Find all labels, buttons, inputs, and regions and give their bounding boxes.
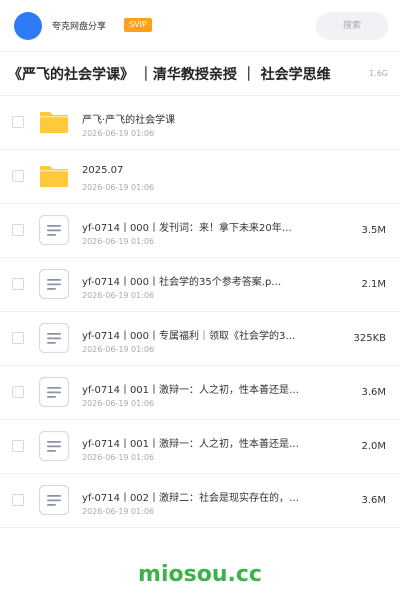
row-checkbox[interactable] — [12, 386, 24, 398]
watermark: miosou.cc — [138, 562, 262, 587]
file-date: 2026-06-19 01:06 — [82, 507, 155, 516]
document-icon — [38, 430, 70, 462]
file-date: 2026-06-19 01:06 — [82, 129, 155, 138]
file-name[interactable]: yf-0714丨002丨激辩二：社会是现实存在的，… — [82, 489, 312, 504]
row-checkbox[interactable] — [12, 494, 24, 506]
share-name: 夸克网盘分享 — [52, 22, 107, 32]
file-size: 2.0M — [361, 441, 386, 452]
svip-badge: SVIP — [124, 18, 152, 32]
file-size: 3.6M — [361, 387, 386, 398]
file-date: 2026-06-19 01:06 — [82, 399, 155, 408]
document-icon — [38, 376, 70, 408]
row-checkbox[interactable] — [12, 440, 24, 452]
file-size: 3.5M — [361, 225, 386, 236]
file-name[interactable]: 严飞·严飞的社会学课 — [82, 111, 312, 126]
file-date: 2026-06-19 01:06 — [82, 291, 155, 300]
file-date: 2026-06-19 01:06 — [82, 345, 155, 354]
file-row[interactable]: 严飞·严飞的社会学课 2026-06-19 01:06 — [0, 96, 400, 150]
file-row[interactable]: 2025.07 2026-06-19 01:06 — [0, 150, 400, 204]
file-row[interactable]: yf-0714丨000丨社会学的35个参考答案.p… 2026-06-19 01:… — [0, 258, 400, 312]
row-checkbox[interactable] — [12, 332, 24, 344]
search-input[interactable]: 搜索 — [316, 12, 388, 40]
document-icon — [38, 268, 70, 300]
document-icon — [38, 484, 70, 516]
file-date: 2026-06-19 01:06 — [82, 183, 155, 192]
file-size: 3.6M — [361, 495, 386, 506]
file-name[interactable]: yf-0714丨000丨专属福利｜领取《社会学的3… — [82, 327, 312, 342]
file-name[interactable]: yf-0714丨000丨发刊词：来！拿下未来20年… — [82, 219, 312, 234]
folder-icon — [38, 160, 70, 192]
folder-title: 《严飞的社会学课》 ｜清华教授亲授 ｜ 社会学思维 — [8, 67, 331, 83]
file-row[interactable]: yf-0714丨001丨激辩一：人之初，性本善还是… 2026-06-19 01:… — [0, 420, 400, 474]
file-name[interactable]: 2025.07 — [82, 165, 312, 176]
row-checkbox[interactable] — [12, 278, 24, 290]
file-row[interactable]: yf-0714丨002丨激辩二：社会是现实存在的，… 2026-06-19 01:… — [0, 474, 400, 528]
row-checkbox[interactable] — [12, 224, 24, 236]
file-date: 2026-06-19 01:06 — [82, 237, 155, 246]
file-size: 2.1M — [361, 279, 386, 290]
file-name[interactable]: yf-0714丨000丨社会学的35个参考答案.p… — [82, 273, 312, 288]
folder-icon — [38, 106, 70, 138]
file-row[interactable]: yf-0714丨000丨专属福利｜领取《社会学的3… 2026-06-19 01:… — [0, 312, 400, 366]
file-name[interactable]: yf-0714丨001丨激辩一：人之初，性本善还是… — [82, 435, 312, 450]
row-checkbox[interactable] — [12, 116, 24, 128]
file-size: 325KB — [353, 333, 386, 344]
total-size: 1.6G — [369, 69, 388, 78]
row-checkbox[interactable] — [12, 170, 24, 182]
document-icon — [38, 214, 70, 246]
header: 夸克网盘分享 SVIP 搜索 — [0, 0, 400, 52]
title-bar: 《严飞的社会学课》 ｜清华教授亲授 ｜ 社会学思维 1.6G — [0, 52, 400, 96]
document-icon — [38, 322, 70, 354]
file-row[interactable]: yf-0714丨001丨激辩一：人之初，性本善还是… 2026-06-19 01:… — [0, 366, 400, 420]
file-row[interactable]: yf-0714丨000丨发刊词：来！拿下未来20年… 2026-06-19 01:… — [0, 204, 400, 258]
file-name[interactable]: yf-0714丨001丨激辩一：人之初，性本善还是… — [82, 381, 312, 396]
avatar[interactable] — [14, 12, 42, 40]
file-date: 2026-06-19 01:06 — [82, 453, 155, 462]
